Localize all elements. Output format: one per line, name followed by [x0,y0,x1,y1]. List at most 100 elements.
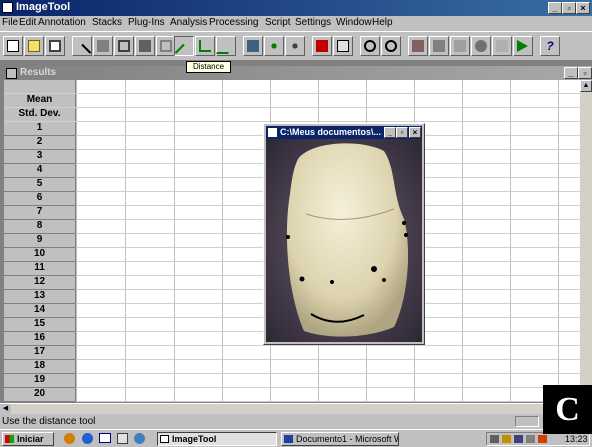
grid-row-line [4,93,580,94]
row-header-mean: Mean [4,94,76,108]
quicklaunch-browser-icon[interactable] [64,433,75,444]
tray-volume-icon[interactable] [502,435,511,443]
clock[interactable]: 13:23 [565,434,588,444]
tray-display-icon[interactable] [514,435,523,443]
menu-settings[interactable]: Settings [295,17,331,28]
invert-icon [433,40,445,52]
color-tool-button[interactable] [312,36,332,56]
row-header: 6 [4,192,76,206]
profile-tool-button[interactable] [114,36,134,56]
status-text: Use the distance tool [2,416,96,427]
menu-processing[interactable]: Processing [209,17,258,28]
taskbar-imagetool[interactable]: ImageTool [157,432,277,446]
start-button[interactable]: Iniciar [2,432,54,446]
distance-icon [174,43,194,63]
menu-plugins[interactable]: Plug-Ins [128,17,165,28]
threshold-button[interactable] [450,36,470,56]
distance-tool-button[interactable] [174,36,194,63]
landmark-point [371,266,377,272]
quicklaunch-tool-icon[interactable] [117,433,128,444]
row-header: 3 [4,150,76,164]
profile-icon [118,40,130,52]
points-icon [268,40,280,52]
menu-analysis[interactable]: Analysis [170,17,207,28]
toolbar: ? [0,31,592,63]
results-icon [6,68,17,79]
menu-script[interactable]: Script [265,17,291,28]
vertical-scrollbar[interactable]: ▲ [580,80,592,402]
line-tool-button[interactable] [72,36,92,63]
print-button[interactable] [45,36,65,56]
angle-icon [199,40,211,52]
line-icon [72,43,92,63]
landmark-point [299,276,305,282]
menu-help[interactable]: Help [372,17,393,28]
maximize-button[interactable]: ▫ [562,2,576,14]
row-header: 4 [4,164,76,178]
row-header: 16 [4,332,76,346]
points-tool-button[interactable] [264,36,284,56]
grid-column-line [558,80,559,402]
row-header: 14 [4,304,76,318]
angle-tool-button[interactable] [195,36,215,56]
landmark-point [404,233,408,237]
windows-logo-icon [5,435,14,443]
fill-icon [412,40,424,52]
scroll-left-arrow-icon[interactable]: ◀ [0,404,11,414]
tray-app-icon[interactable] [538,435,547,443]
object-count-button[interactable] [243,36,263,56]
taskbar-word-label: Documento1 - Microsoft W... [296,434,399,444]
new-icon [7,40,19,52]
menu-annotation[interactable]: Annotation [38,17,86,28]
menu-stacks[interactable]: Stacks [92,17,122,28]
question-icon: ? [546,39,554,53]
image-window[interactable]: C:\Meus documentos\... _ ▫ × [263,123,425,345]
taskbar-word-document[interactable]: Documento1 - Microsoft W... [281,432,399,446]
help-button[interactable]: ? [540,36,560,56]
tooth-image[interactable] [266,139,422,342]
image-window-titlebar[interactable]: C:\Meus documentos\... _ ▫ × [266,126,422,139]
menu-file[interactable]: File [2,17,18,28]
open-button[interactable] [24,36,44,56]
zoom-out-button[interactable] [381,36,401,56]
new-button[interactable] [3,36,23,56]
run-script-button[interactable] [513,36,533,56]
tray-network-icon[interactable] [490,435,499,443]
select-tool-button[interactable] [135,36,155,56]
fill-tool-button[interactable] [408,36,428,56]
histogram-button[interactable] [333,36,353,56]
image-close-button[interactable]: × [409,127,421,138]
tray-calendar-icon[interactable] [526,435,535,443]
image-maximize-button[interactable]: ▫ [396,127,408,138]
word-task-icon [284,435,293,443]
rotate-button[interactable] [471,36,491,56]
quicklaunch-ie-icon[interactable] [82,433,93,444]
minimize-button[interactable]: _ [548,2,562,14]
filter-button[interactable] [492,36,512,56]
polygon-icon [215,40,237,54]
invert-button[interactable] [429,36,449,56]
open-icon [28,40,40,52]
row-header: 10 [4,248,76,262]
horizontal-scrollbar[interactable]: ◀ [0,403,592,414]
zoom-in-button[interactable] [360,36,380,56]
results-maximize-button[interactable]: ▫ [578,67,592,79]
spots-tool-button[interactable] [285,36,305,56]
menu-edit[interactable]: Edit [19,17,36,28]
app-titlebar[interactable]: ImageTool _ ▫ × [0,0,592,16]
taskbar-imagetool-label: ImageTool [172,434,217,444]
results-minimize-button[interactable]: _ [564,67,578,79]
results-titlebar[interactable]: Results _ ▫ [4,66,592,80]
scroll-up-arrow-icon[interactable]: ▲ [580,80,592,92]
image-minimize-button[interactable]: _ [384,127,396,138]
spots-icon [289,40,301,52]
close-button[interactable]: × [576,2,590,14]
object-count-icon [247,40,259,52]
quicklaunch-media-icon[interactable] [134,433,145,444]
landmark-point [330,280,334,284]
quicklaunch-desktop-icon[interactable] [99,433,111,443]
polygon-tool-button[interactable] [215,36,237,56]
menu-window[interactable]: Window [336,17,372,28]
erase-tool-button[interactable] [156,36,176,56]
crop-tool-button[interactable] [93,36,113,56]
